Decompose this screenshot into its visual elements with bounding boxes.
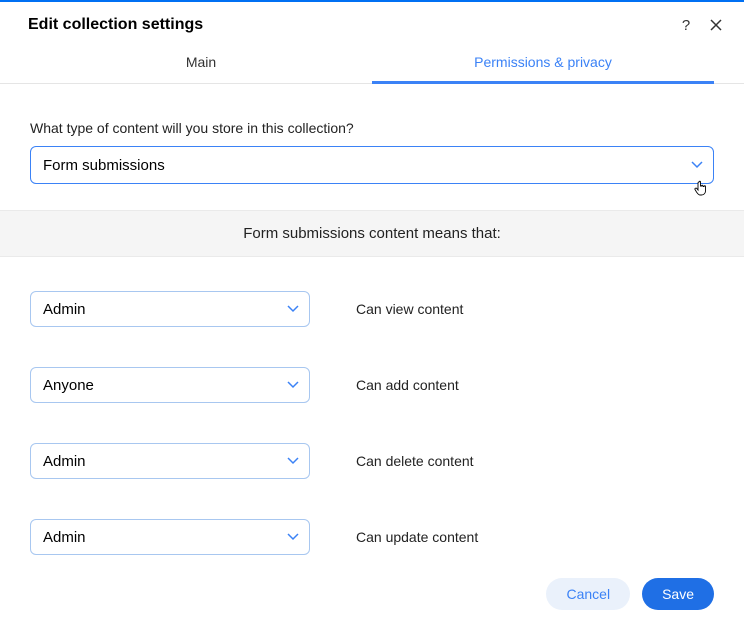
header-icons: ?	[678, 17, 724, 33]
close-icon[interactable]	[708, 17, 724, 33]
cancel-button[interactable]: Cancel	[546, 578, 630, 610]
content-area: What type of content will you store in t…	[0, 84, 744, 555]
perm-add-select[interactable]: Anyone	[30, 367, 310, 403]
perm-add-label: Can add content	[356, 377, 459, 393]
content-type-banner: Form submissions content means that:	[0, 210, 744, 257]
dialog-title: Edit collection settings	[28, 16, 678, 34]
perm-add-value: Anyone	[43, 377, 94, 394]
cursor-hand-icon	[694, 180, 708, 199]
save-button[interactable]: Save	[642, 578, 714, 610]
content-type-question: What type of content will you store in t…	[30, 120, 714, 136]
chevron-down-icon	[691, 161, 703, 169]
chevron-down-icon	[287, 533, 299, 541]
tab-main[interactable]: Main	[30, 42, 372, 83]
perm-row-update: Admin Can update content	[30, 519, 714, 555]
perm-view-value: Admin	[43, 301, 86, 318]
tab-main-label: Main	[186, 54, 216, 70]
tab-permissions[interactable]: Permissions & privacy	[372, 42, 714, 83]
perm-delete-value: Admin	[43, 453, 86, 470]
perm-row-add: Anyone Can add content	[30, 367, 714, 403]
perm-row-view: Admin Can view content	[30, 291, 714, 327]
perm-update-value: Admin	[43, 529, 86, 546]
chevron-down-icon	[287, 457, 299, 465]
help-icon[interactable]: ?	[678, 17, 694, 33]
perm-view-label: Can view content	[356, 301, 463, 317]
perm-update-label: Can update content	[356, 529, 478, 545]
dialog-header: Edit collection settings ?	[0, 2, 744, 42]
content-type-select[interactable]: Form submissions	[30, 146, 714, 184]
perm-delete-select[interactable]: Admin	[30, 443, 310, 479]
content-type-value: Form submissions	[43, 157, 165, 174]
perm-view-select[interactable]: Admin	[30, 291, 310, 327]
dialog-footer: Cancel Save	[0, 578, 744, 624]
tab-permissions-label: Permissions & privacy	[474, 54, 612, 70]
tabs: Main Permissions & privacy	[0, 42, 744, 84]
perm-update-select[interactable]: Admin	[30, 519, 310, 555]
chevron-down-icon	[287, 305, 299, 313]
chevron-down-icon	[287, 381, 299, 389]
perm-row-delete: Admin Can delete content	[30, 443, 714, 479]
content-type-select-wrap: Form submissions	[30, 146, 714, 184]
permission-rows: Admin Can view content Anyone Can add co…	[30, 257, 714, 555]
perm-delete-label: Can delete content	[356, 453, 474, 469]
